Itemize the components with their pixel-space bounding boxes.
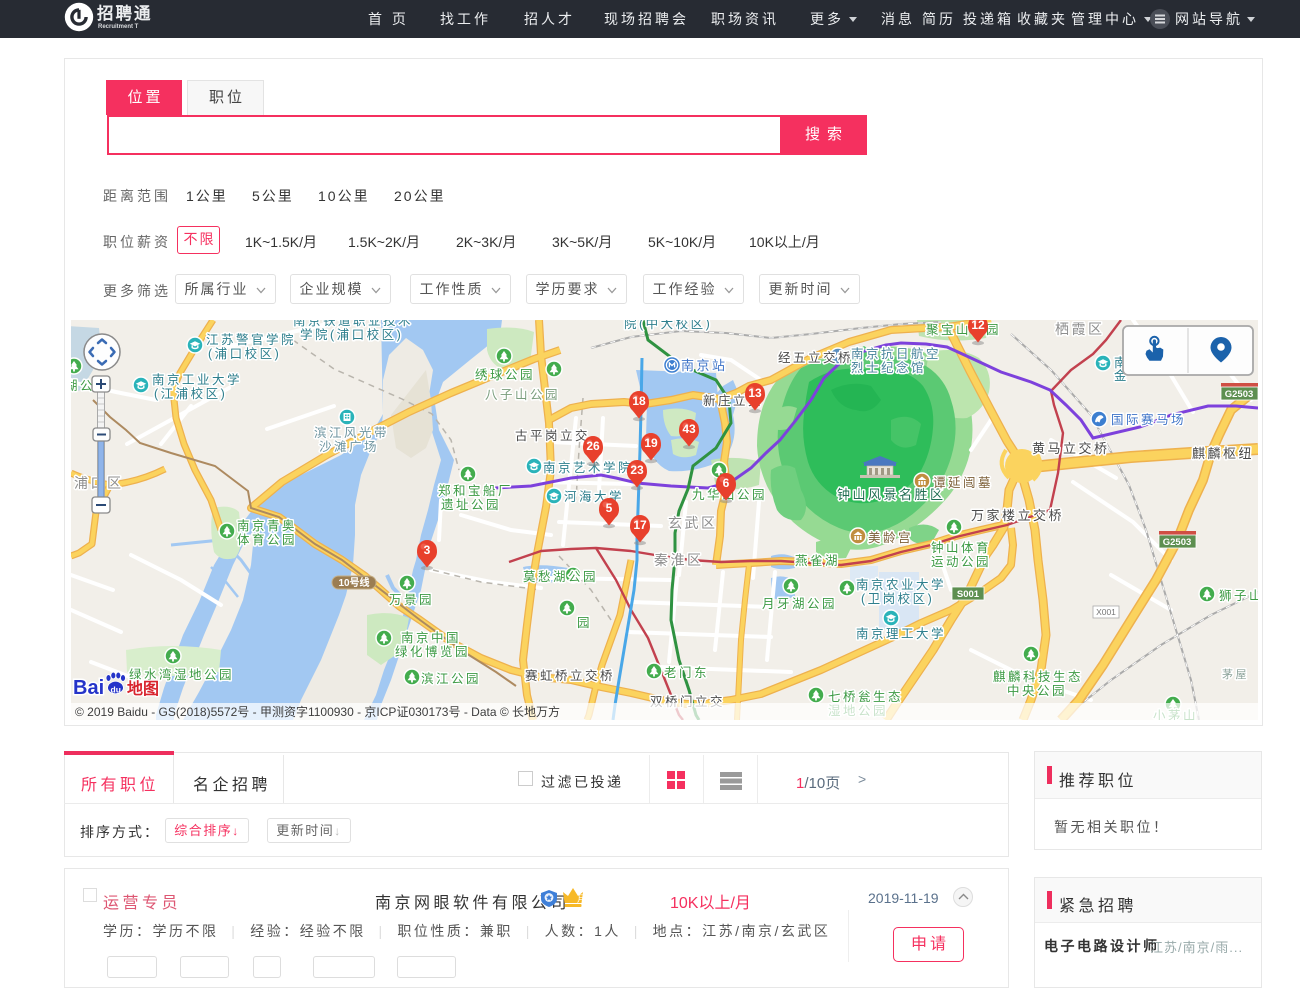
svg-text:南京铁道职业技术: 南京铁道职业技术	[293, 320, 413, 328]
svg-text:学院(浦口校区): 学院(浦口校区)	[300, 327, 403, 342]
svg-text:美龄宫: 美龄宫	[868, 530, 913, 545]
svg-text:12: 12	[971, 320, 985, 332]
svg-text:中央公园: 中央公园	[1007, 683, 1067, 698]
svg-text:(浦口校区): (浦口校区)	[208, 346, 281, 361]
svg-text:10号线: 10号线	[338, 576, 369, 589]
svg-text:G2503: G2503	[1163, 537, 1192, 548]
svg-text:17: 17	[633, 518, 647, 532]
svg-text:麒麟枢纽: 麒麟枢纽	[1192, 446, 1254, 461]
svg-text:(卫岗校区): (卫岗校区)	[861, 591, 934, 606]
svg-text:南京站: 南京站	[681, 358, 728, 373]
svg-text:6: 6	[723, 476, 730, 490]
svg-text:万家楼立交桥: 万家楼立交桥	[971, 508, 1064, 523]
svg-text:万景园: 万景园	[389, 593, 434, 607]
svg-text:钟山风景名胜区: 钟山风景名胜区	[837, 487, 946, 502]
svg-text:南京农业大学: 南京农业大学	[856, 577, 946, 592]
svg-text:谭延闿墓: 谭延闿墓	[933, 476, 993, 490]
svg-text:(江浦校区): (江浦校区)	[154, 386, 227, 401]
svg-text:S001: S001	[957, 589, 980, 600]
svg-text:燕雀湖: 燕雀湖	[795, 553, 840, 568]
svg-text:南京中国: 南京中国	[401, 630, 461, 645]
svg-text:七桥瓮生态: 七桥瓮生态	[828, 690, 903, 704]
svg-text:老门东: 老门东	[664, 665, 709, 680]
svg-text:滨江风光带: 滨江风光带	[314, 425, 389, 440]
svg-text:18: 18	[632, 394, 646, 408]
svg-text:园: 园	[577, 616, 592, 630]
svg-text:du: du	[111, 685, 121, 695]
svg-text:莫愁湖公园: 莫愁湖公园	[523, 569, 598, 584]
svg-text:茅屋: 茅屋	[1222, 668, 1249, 681]
svg-text:秦淮区: 秦淮区	[654, 552, 704, 568]
svg-text:月: 月	[577, 894, 586, 904]
svg-text:© 2019 Baidu - GS(2018)5572号 -: © 2019 Baidu - GS(2018)5572号 - 甲测资字11009…	[75, 704, 560, 719]
svg-text:体育公园: 体育公园	[237, 532, 297, 547]
svg-text:经五立交桥: 经五立交桥	[778, 350, 853, 365]
svg-text:26: 26	[586, 439, 600, 453]
svg-text:赛虹桥立交桥: 赛虹桥立交桥	[525, 668, 615, 683]
svg-text:43: 43	[682, 422, 696, 436]
svg-text:沙滩广场: 沙滩广场	[319, 440, 379, 454]
svg-text:23: 23	[630, 463, 644, 477]
svg-text:江苏警官学院: 江苏警官学院	[206, 332, 296, 347]
svg-text:5: 5	[606, 501, 613, 515]
svg-text:聚宝山公园: 聚宝山公园	[926, 323, 1001, 337]
svg-text:国际赛马场: 国际赛马场	[1111, 412, 1186, 427]
svg-text:遗址公园: 遗址公园	[441, 498, 501, 512]
svg-text:南京抗日航空: 南京抗日航空	[851, 346, 941, 361]
svg-text:19: 19	[644, 436, 658, 450]
svg-text:院(中大校区): 院(中大校区)	[624, 320, 712, 331]
svg-text:钟山体育: 钟山体育	[931, 540, 991, 555]
svg-text:绿化博览园: 绿化博览园	[395, 644, 470, 659]
svg-text:八子山公园: 八子山公园	[485, 388, 560, 402]
svg-text:13: 13	[748, 386, 762, 400]
svg-text:狮子山: 狮子山	[1219, 589, 1258, 603]
svg-text:南京艺术学院: 南京艺术学院	[543, 460, 633, 475]
svg-text:古平岗立交: 古平岗立交	[515, 428, 590, 443]
svg-text:绿水湾湿地公园: 绿水湾湿地公园	[129, 667, 234, 682]
svg-text:滨江公园: 滨江公园	[421, 671, 481, 686]
svg-text:月牙湖公园: 月牙湖公园	[762, 596, 837, 611]
svg-text:黄马立交桥: 黄马立交桥	[1032, 441, 1110, 456]
svg-text:南京理工大学: 南京理工大学	[856, 626, 946, 641]
svg-text:郑和宝船厂: 郑和宝船厂	[438, 483, 513, 498]
svg-text:3: 3	[424, 543, 431, 557]
svg-text:玄武区: 玄武区	[668, 515, 718, 531]
svg-text:绣球公园: 绣球公园	[475, 367, 535, 382]
svg-text:烈士纪念馆: 烈士纪念馆	[851, 360, 926, 375]
svg-text:南京青奥: 南京青奥	[237, 518, 297, 533]
svg-text:栖霞区: 栖霞区	[1055, 321, 1105, 337]
svg-text:地图: 地图	[127, 679, 159, 698]
svg-text:X001: X001	[1096, 607, 1116, 617]
svg-text:南京工业大学: 南京工业大学	[152, 372, 242, 387]
svg-text:Bai: Bai	[73, 677, 104, 699]
svg-text:G2503: G2503	[1225, 389, 1254, 400]
svg-text:麒麟科技生态: 麒麟科技生态	[993, 669, 1083, 684]
svg-text:运动公园: 运动公园	[931, 555, 991, 569]
